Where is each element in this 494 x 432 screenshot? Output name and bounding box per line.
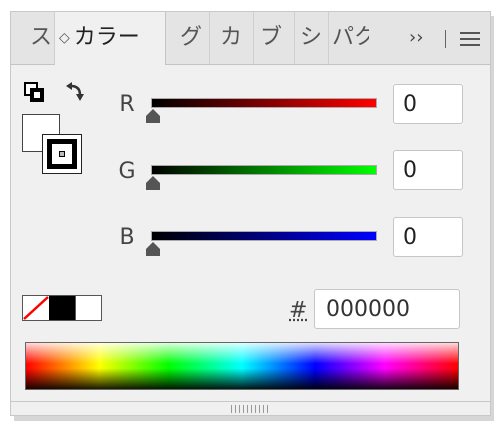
red-slider-track[interactable] [151, 98, 377, 108]
tab-color-guide[interactable]: カ [210, 12, 254, 64]
blue-channel-label: B [119, 225, 135, 250]
bottom-divider [11, 401, 490, 402]
tab-label: パク [332, 25, 369, 50]
black-swatch[interactable] [49, 296, 75, 320]
tab-pathfinder[interactable]: パク [329, 12, 369, 64]
tab-bar: ス ◇ カラー グ カ ブ シ パク ›› [11, 12, 490, 65]
tab-swatches[interactable]: ス [11, 12, 55, 64]
tab-gradient[interactable]: グ [166, 12, 210, 64]
stroke-color-box[interactable] [42, 134, 82, 174]
green-value-input[interactable]: 0 [393, 150, 463, 190]
tab-overflow-button[interactable]: ›› [409, 12, 423, 64]
green-channel-label: G [118, 159, 136, 184]
none-swatch[interactable] [23, 296, 49, 320]
quick-swatches [22, 295, 102, 321]
white-swatch[interactable] [75, 296, 101, 320]
tab-label: ブ [260, 25, 283, 50]
blue-value-input[interactable]: 0 [393, 217, 463, 257]
tab-label: カ [220, 25, 243, 50]
red-channel-label: R [119, 92, 135, 117]
resize-grip-icon[interactable] [231, 405, 271, 413]
tab-label: シ [300, 25, 323, 50]
blue-slider-thumb[interactable] [145, 241, 161, 257]
tab-brushes[interactable]: ブ [254, 12, 295, 64]
blue-slider-track[interactable] [151, 231, 377, 241]
green-slider-thumb[interactable] [145, 175, 161, 191]
hex-value-input[interactable]: 000000 [314, 289, 460, 329]
default-fill-stroke-icon[interactable] [24, 82, 46, 104]
tab-color[interactable]: ◇ カラー [55, 12, 166, 65]
tab-symbols[interactable]: シ [295, 12, 329, 64]
red-value-input[interactable]: 0 [393, 84, 463, 124]
hex-hash-label: # [289, 298, 308, 323]
tab-label: ス [30, 25, 53, 50]
red-slider-thumb[interactable] [145, 108, 161, 124]
hamburger-menu-icon[interactable] [460, 32, 480, 46]
tab-label: グ [180, 25, 203, 50]
color-spectrum-bar[interactable] [25, 342, 459, 390]
tab-options-arrow-icon[interactable]: ◇ [59, 30, 70, 46]
swap-fill-stroke-icon[interactable] [62, 80, 86, 104]
stroke-ring [47, 139, 77, 169]
tab-label: カラー [73, 25, 140, 50]
stroke-inner [59, 151, 65, 157]
green-slider-track[interactable] [151, 165, 377, 175]
color-panel: ス ◇ カラー グ カ ブ シ パク ›› R 0 G 0 B 0 # 0000… [10, 11, 491, 416]
tab-bar-separator [445, 30, 446, 48]
